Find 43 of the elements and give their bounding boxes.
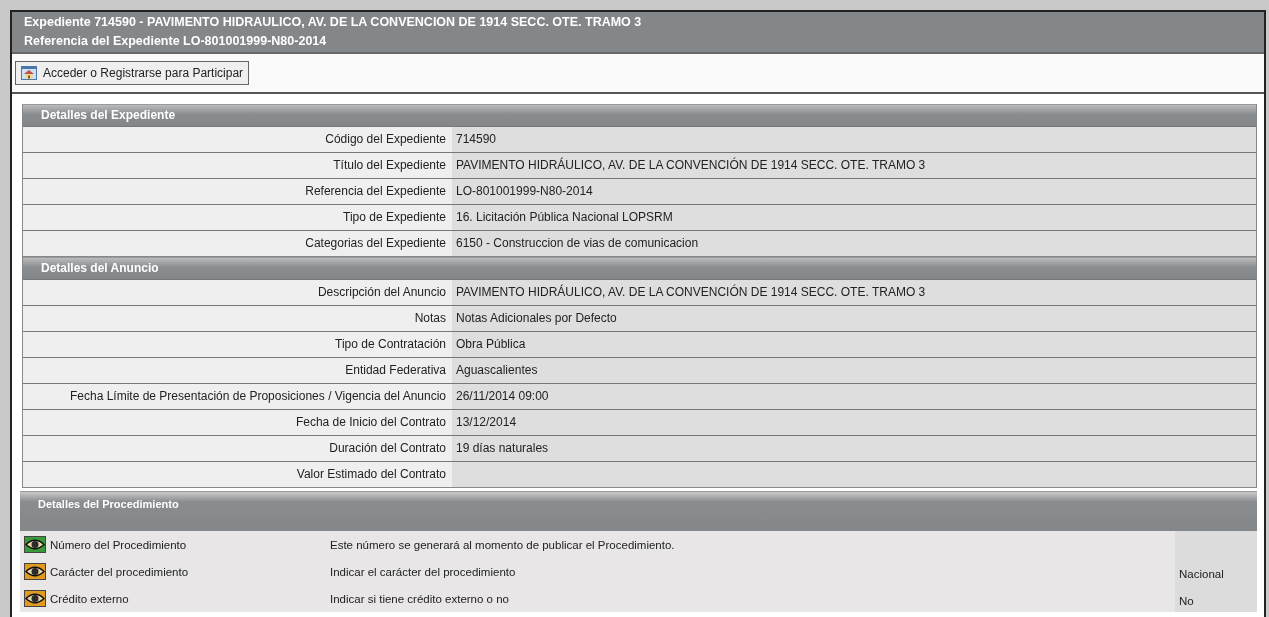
value-cell: PAVIMENTO HIDRÁULICO, AV. DE LA CONVENCIÓN DE 1914 SECC. OTE. TRAMO 3 bbox=[452, 153, 1256, 178]
field-label: Fecha Límite de Presentación de Proposiciones / Vigencia del Anuncio bbox=[70, 388, 446, 405]
field-hint: Indicar el carácter del procedimiento bbox=[330, 565, 516, 578]
login-button[interactable]: Acceder o Registrarse para Participar bbox=[15, 61, 250, 85]
field-label: Valor Estimado del Contrato bbox=[296, 466, 446, 483]
value-cell: Notas Adicionales por Defecto bbox=[452, 306, 1256, 331]
field-label: Tipo de Expediente bbox=[343, 209, 446, 226]
value-cell: Nacional bbox=[1175, 558, 1257, 585]
value-cell: 6150 - Construccion de vias de comunicacion bbox=[452, 231, 1256, 256]
field-label: Código del Expediente bbox=[325, 131, 446, 148]
eye-icon[interactable] bbox=[24, 563, 46, 580]
field-label: Entidad Federativa bbox=[345, 362, 446, 379]
house-icon bbox=[21, 65, 37, 81]
page-subtitle: Referencia del Expediente LO-801001999-N80-2014 bbox=[24, 33, 328, 50]
section-header: Detalles del Anuncio bbox=[23, 257, 1256, 279]
eye-icon[interactable] bbox=[24, 536, 46, 553]
value-cell: 16. Licitación Pública Nacional LOPSRM bbox=[452, 205, 1256, 230]
value-cell: 26/11/2014 09:00 bbox=[452, 384, 1256, 409]
field-label: Crédito externo bbox=[50, 592, 129, 605]
field-label: Categorias del Expediente bbox=[305, 235, 446, 252]
field-hint: Indicar si tiene crédito externo o no bbox=[330, 592, 509, 605]
field-label: Título del Expediente bbox=[333, 157, 446, 174]
field-label: Fecha de Inicio del Contrato bbox=[295, 414, 446, 431]
value-cell: Aguascalientes bbox=[452, 358, 1256, 383]
field-label: Referencia del Expediente bbox=[305, 183, 446, 200]
value-cell: 714590 bbox=[452, 127, 1256, 152]
value-cell: LO-801001999-N80-2014 bbox=[452, 179, 1256, 204]
value-cell: 19 días naturales bbox=[452, 436, 1256, 461]
field-label: Tipo de Contratación bbox=[335, 336, 446, 353]
field-label: Número del Procedimiento bbox=[50, 538, 187, 551]
value-cell: 13/12/2014 bbox=[452, 410, 1256, 435]
value-cell: Obra Pública bbox=[452, 332, 1256, 357]
field-hint: Este número se generará al momento de publicar el Procedimiento. bbox=[330, 538, 675, 551]
field-label: Carácter del procedimiento bbox=[50, 565, 189, 578]
page-title: Expediente 714590 - PAVIMENTO HIDRAULICO, AV. DE LA CONVENCION DE 1914 SECC. OTE. TRAMO 3 bbox=[24, 14, 643, 31]
value-cell: No bbox=[1175, 585, 1257, 612]
field-label: Duración del Contrato bbox=[329, 440, 446, 457]
field-label: Notas bbox=[414, 310, 446, 327]
section-header: Detalles del Procedimiento bbox=[20, 491, 1257, 531]
eye-icon[interactable] bbox=[24, 590, 46, 607]
value-cell: PAVIMENTO HIDRÁULICO, AV. DE LA CONVENCIÓN DE 1914 SECC. OTE. TRAMO 3 bbox=[452, 280, 1256, 305]
field-label: Descripción del Anuncio bbox=[317, 284, 446, 301]
section-header: Detalles del Expediente bbox=[23, 104, 1256, 126]
